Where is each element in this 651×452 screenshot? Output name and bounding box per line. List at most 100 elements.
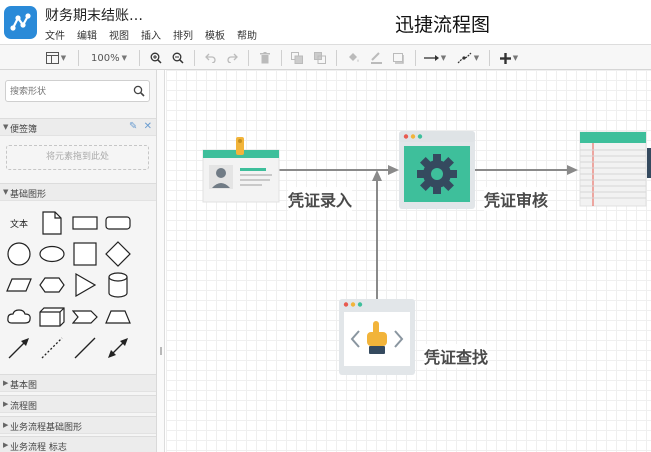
circle-shape[interactable] <box>4 240 34 268</box>
line-shape[interactable] <box>70 334 100 362</box>
delete-button[interactable] <box>255 45 275 71</box>
square-icon <box>73 242 97 266</box>
rounded-rectangle-icon <box>105 216 131 230</box>
triangle-shape[interactable] <box>70 271 100 299</box>
menu-insert[interactable]: 插入 <box>141 27 161 42</box>
connection-style-button[interactable]: ▼ <box>421 45 449 71</box>
paint-bucket-icon <box>348 53 358 62</box>
section-label: 业务流程基础图形 <box>10 423 83 433</box>
arrow-right-icon <box>423 55 439 61</box>
section-label: 便签簿 <box>10 125 38 135</box>
rounded-rectangle-shape[interactable] <box>103 209 133 237</box>
cloud-shape[interactable] <box>4 303 34 331</box>
bidirectional-arrow-shape[interactable] <box>103 334 133 362</box>
parallelogram-icon <box>6 278 32 292</box>
diagram-canvas[interactable]: 凭证录入 凭证审核 凭证查找 <box>166 70 651 452</box>
shadow-button[interactable] <box>389 45 409 71</box>
parallelogram-shape[interactable] <box>4 271 34 299</box>
label-voucher-search[interactable]: 凭证查找 <box>424 344 489 368</box>
to-front-icon <box>291 52 303 64</box>
menu-view[interactable]: 视图 <box>109 27 129 42</box>
zoom-in-button[interactable] <box>146 45 166 71</box>
section-label: 流程图 <box>10 402 38 412</box>
toolbar: ▼ 100% ▼ ▼ ▼ ▼ <box>0 44 651 70</box>
collapsed-triangle-icon: ▶ <box>3 400 9 408</box>
dashed-line-shape[interactable] <box>37 334 67 362</box>
connector-search-to-entry[interactable] <box>372 170 382 299</box>
document-title[interactable]: 财务期末结账… <box>45 5 143 25</box>
search-icon[interactable] <box>133 85 145 97</box>
connector-process-to-review[interactable] <box>475 165 578 175</box>
redo-button[interactable] <box>223 45 243 71</box>
expanded-triangle-icon: ▼ <box>3 123 9 131</box>
section-business-basic[interactable]: ▶ 业务流程基础图形 <box>0 416 156 434</box>
section-scratchpad[interactable]: ▼ 便签簿 ✎ ✕ <box>0 118 156 136</box>
collapsed-triangle-icon: ▶ <box>3 379 9 387</box>
section-basic-diagram[interactable]: ▶ 基本图 <box>0 374 156 392</box>
section-basic-shapes[interactable]: ▼ 基础图形 <box>0 183 156 201</box>
label-voucher-entry[interactable]: 凭证录入 <box>288 187 353 211</box>
step-icon <box>72 310 98 324</box>
app-header: 财务期末结账… 迅捷流程图 文件 编辑 视图 插入 排列 模板 帮助 <box>0 0 651 44</box>
ellipse-shape[interactable] <box>37 240 67 268</box>
text-shape[interactable]: 文本 <box>4 209 34 237</box>
node-voucher-search[interactable] <box>339 299 415 375</box>
drag-handle-icon[interactable]: ‖ <box>159 346 163 355</box>
section-label: 基本图 <box>10 381 38 391</box>
label-voucher-review[interactable]: 凭证审核 <box>484 187 549 211</box>
to-back-icon <box>314 52 326 64</box>
section-business-icons[interactable]: ▶ 业务流程 标志 <box>0 436 156 452</box>
chevron-down-icon: ▼ <box>512 54 519 62</box>
cube-shape[interactable] <box>37 303 67 331</box>
node-voucher-review[interactable] <box>579 131 651 207</box>
collapsed-triangle-icon: ▶ <box>3 421 9 429</box>
cylinder-shape[interactable] <box>103 271 133 299</box>
node-voucher-entry[interactable] <box>202 137 280 203</box>
format-panel-button[interactable]: ▼ <box>42 45 70 71</box>
waypoints-button[interactable]: ▼ <box>454 45 482 71</box>
square-shape[interactable] <box>70 240 100 268</box>
diagonal-arrow-icon <box>8 338 29 359</box>
sidebar-splitter[interactable] <box>157 70 165 452</box>
menu-arrange[interactable]: 排列 <box>173 27 193 42</box>
to-back-button[interactable] <box>310 45 330 71</box>
double-arrow-icon <box>108 338 128 358</box>
close-icon[interactable]: ✕ <box>144 121 152 132</box>
arrow-shape[interactable] <box>4 334 34 362</box>
redo-icon <box>227 53 238 63</box>
undo-icon <box>205 53 216 63</box>
search-box <box>5 80 150 102</box>
circle-icon <box>7 242 31 266</box>
ellipse-icon <box>39 245 65 263</box>
text-shape-label: 文本 <box>9 219 28 230</box>
app-logo[interactable] <box>4 6 37 39</box>
hexagon-shape[interactable] <box>37 271 67 299</box>
line-color-button[interactable] <box>366 45 386 71</box>
connector-entry-to-process[interactable] <box>279 165 399 175</box>
menu-file[interactable]: 文件 <box>45 27 65 42</box>
zoom-in-icon <box>150 52 162 64</box>
zoom-dropdown[interactable]: 100% ▼ <box>86 45 132 71</box>
to-front-button[interactable] <box>287 45 307 71</box>
step-shape[interactable] <box>70 303 100 331</box>
trash-icon <box>260 52 270 64</box>
node-processing[interactable] <box>399 131 475 209</box>
fill-color-button[interactable] <box>343 45 363 71</box>
menu-help[interactable]: 帮助 <box>237 27 257 42</box>
search-input[interactable] <box>10 84 130 99</box>
diamond-shape[interactable] <box>103 240 133 268</box>
menu-bar: 文件 编辑 视图 插入 排列 模板 帮助 <box>45 27 269 42</box>
scratchpad-drop-zone[interactable]: 将元素拖到此处 <box>6 145 149 170</box>
insert-button[interactable]: ▼ <box>495 45 523 71</box>
trapezoid-shape[interactable] <box>103 303 133 331</box>
app-title: 迅捷流程图 <box>395 14 491 36</box>
menu-template[interactable]: 模板 <box>205 27 225 42</box>
document-shape[interactable] <box>37 209 67 237</box>
edit-pencil-icon[interactable]: ✎ <box>129 121 137 132</box>
undo-button[interactable] <box>200 45 220 71</box>
section-flowchart[interactable]: ▶ 流程图 <box>0 395 156 413</box>
menu-edit[interactable]: 编辑 <box>77 27 97 42</box>
diamond-icon <box>105 241 131 267</box>
rectangle-shape[interactable] <box>70 209 100 237</box>
zoom-out-button[interactable] <box>168 45 188 71</box>
